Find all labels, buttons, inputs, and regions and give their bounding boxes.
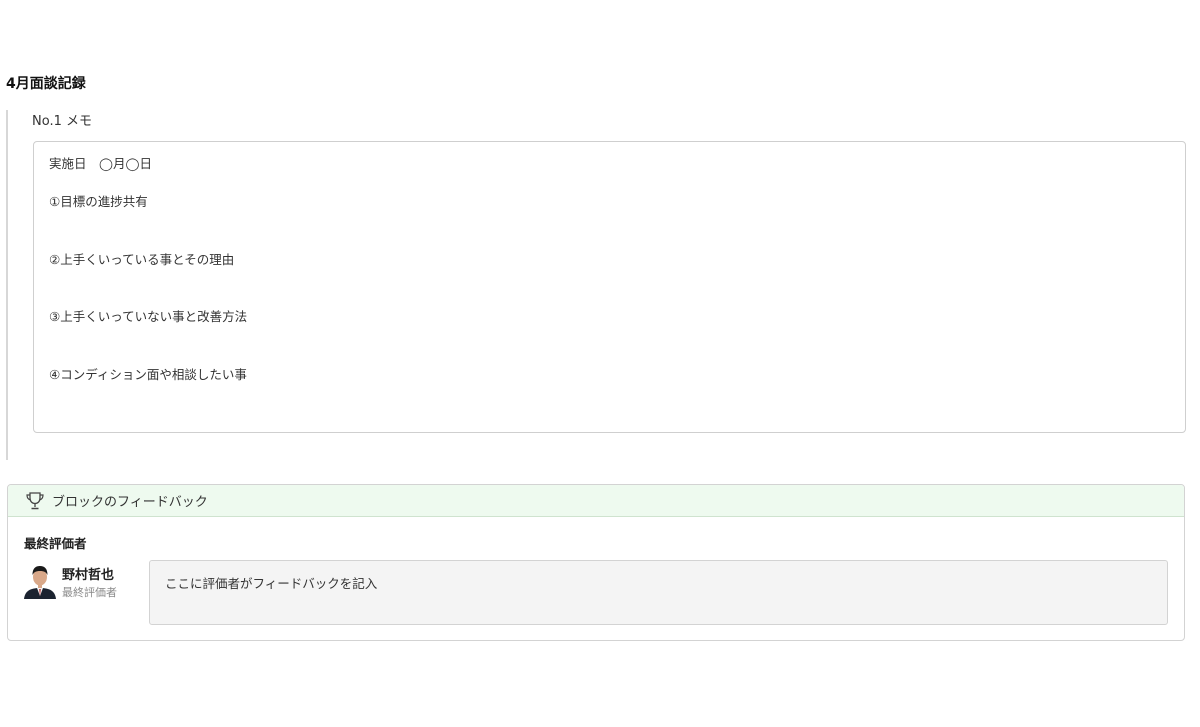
memo-line-date: 実施日 ◯月◯日 (49, 156, 152, 171)
memo-line-2: ②上手くいっている事とその理由 (49, 252, 235, 267)
feedback-title: ブロックのフィードバック (52, 495, 208, 510)
evaluator-name: 野村哲也 (62, 568, 115, 583)
feedback-header: ブロックのフィードバック (8, 485, 1184, 517)
memo-block: No.1 メモ 実施日 ◯月◯日 ①目標の進捗共有 ②上手くいっている事とその理… (6, 110, 1186, 460)
feedback-card: ブロックのフィードバック 最終評価者 野村哲也 最終評価者 ここに評価者がフィー… (7, 484, 1185, 641)
memo-line-4: ④コンディション面や相談したい事 (49, 367, 247, 382)
page: 4月面談記録 No.1 メモ 実施日 ◯月◯日 ①目標の進捗共有 ②上手くいって… (0, 0, 1200, 727)
evaluator-role: 最終評価者 (62, 586, 117, 599)
memo-textarea[interactable]: 実施日 ◯月◯日 ①目標の進捗共有 ②上手くいっている事とその理由 ③上手くいっ… (33, 141, 1186, 433)
section-title: 4月面談記録 (6, 76, 86, 92)
trophy-icon (24, 490, 46, 512)
memo-line-1: ①目標の進捗共有 (49, 194, 148, 209)
memo-line-3: ③上手くいっていない事と改善方法 (49, 309, 248, 324)
feedback-comment-field[interactable]: ここに評価者がフィードバックを記入 (149, 560, 1168, 625)
memo-label: No.1 メモ (32, 114, 92, 129)
avatar (24, 563, 56, 599)
evaluator-heading: 最終評価者 (24, 536, 87, 551)
